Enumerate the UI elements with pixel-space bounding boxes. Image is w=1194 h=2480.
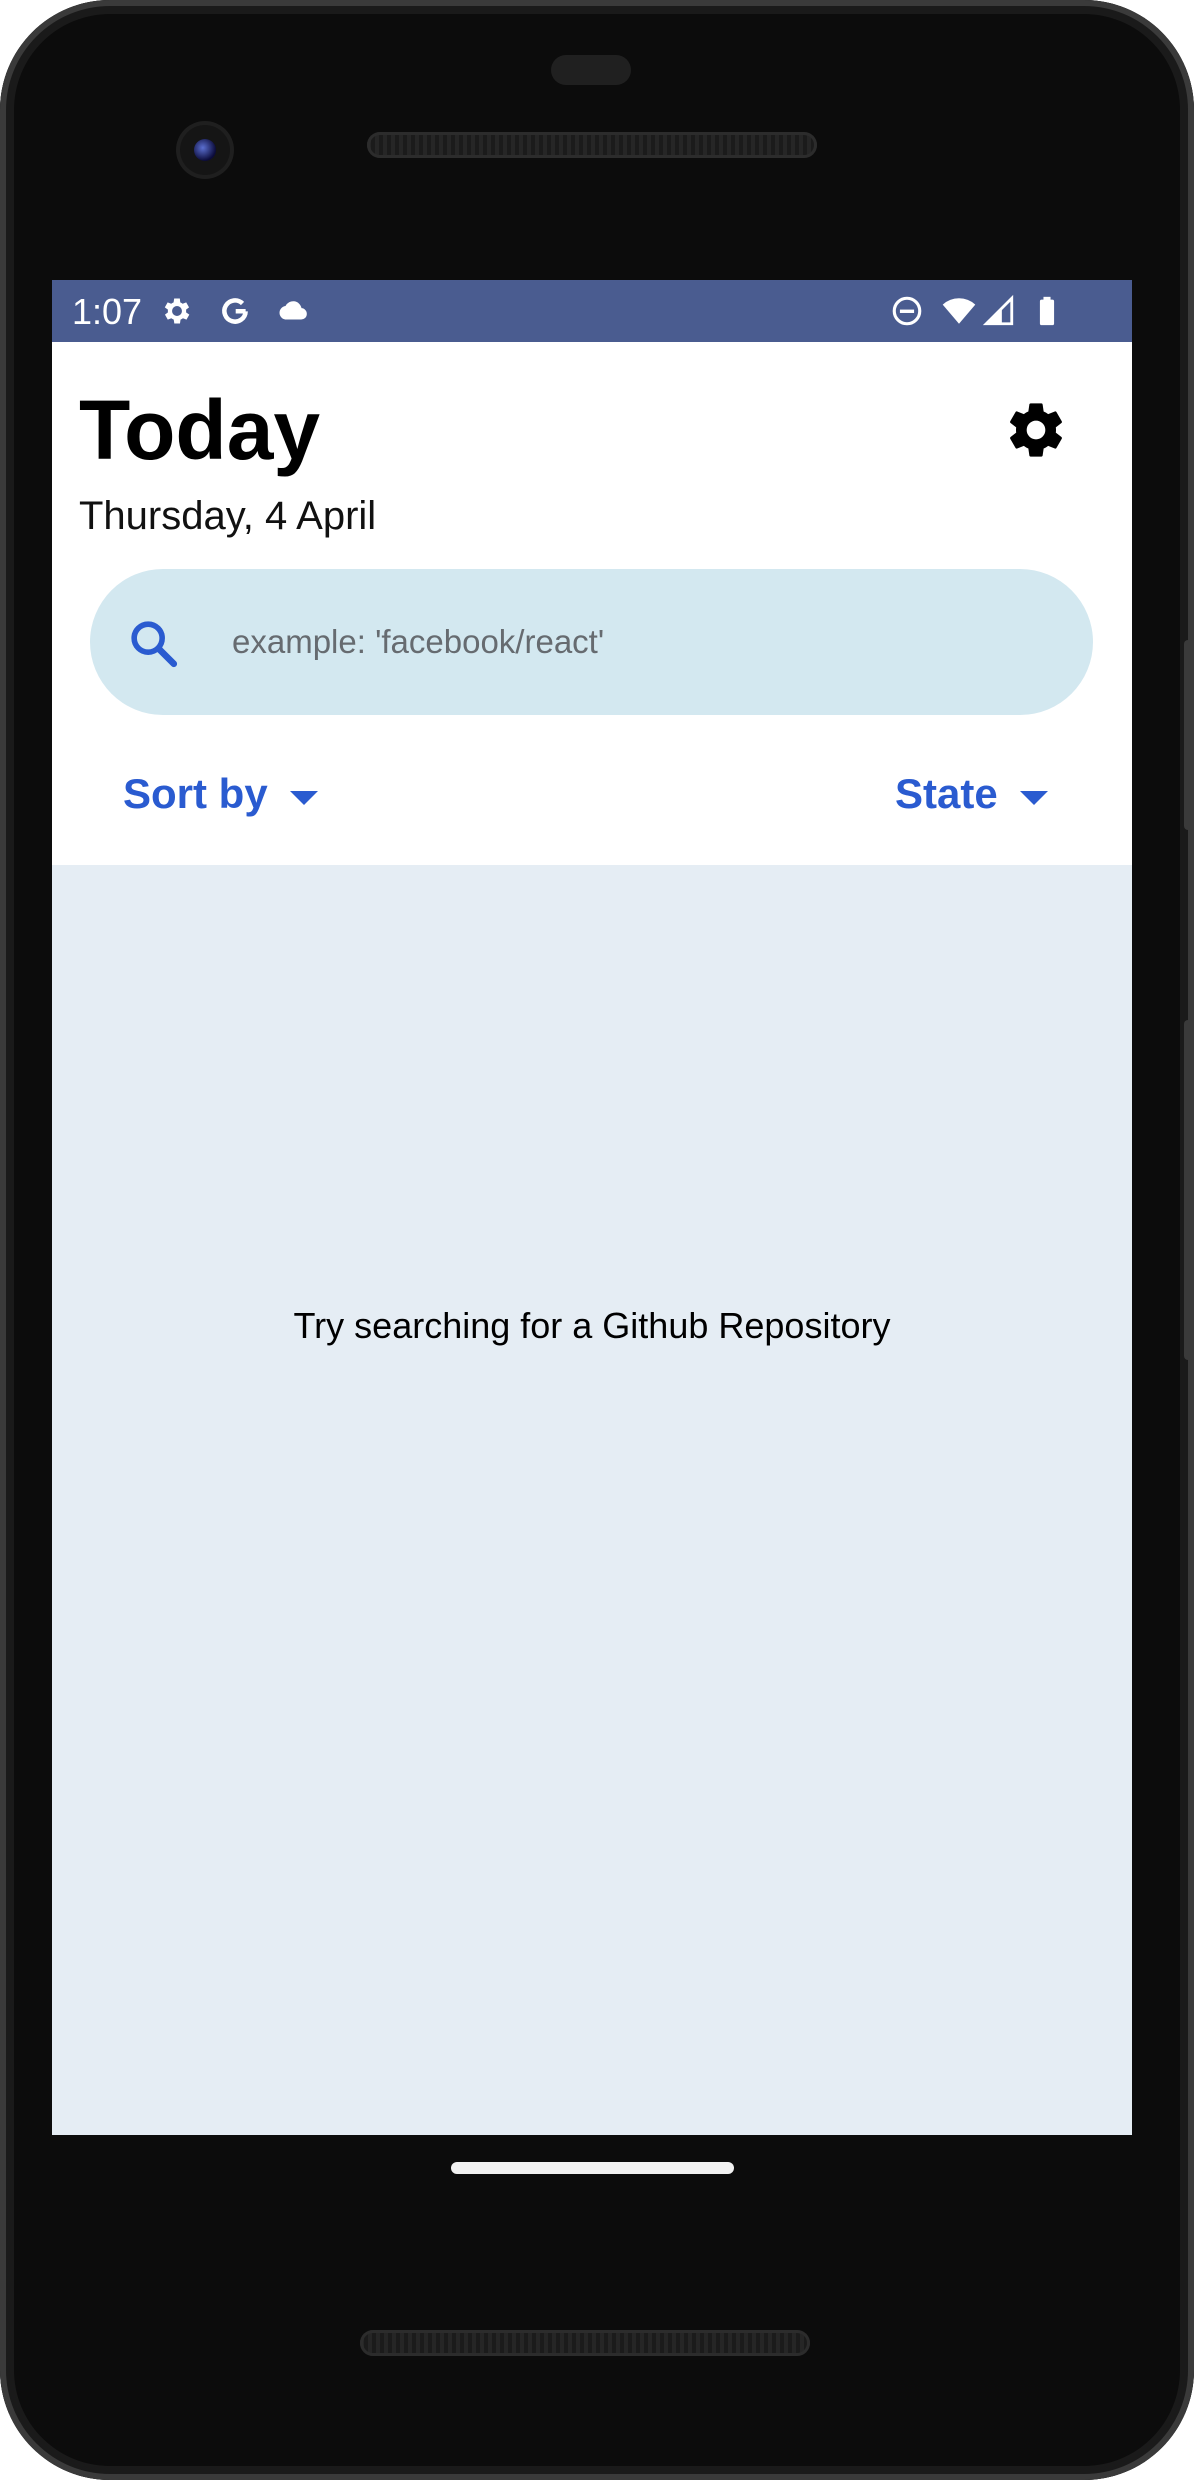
search-input[interactable]	[230, 609, 1034, 675]
top-speaker	[367, 132, 817, 158]
volume-button	[1184, 1020, 1194, 1360]
phone-frame: 1:07 Today Thursday, 4 April example: 'f…	[0, 0, 1194, 2480]
search-bar[interactable]	[90, 569, 1093, 715]
settings-gear-icon[interactable]	[1004, 398, 1068, 462]
home-indicator[interactable]	[451, 2162, 734, 2174]
bottom-speaker	[360, 2330, 810, 2356]
search-icon	[131, 621, 178, 668]
chevron-down-icon	[289, 791, 318, 805]
status-bar: 1:07	[52, 280, 1132, 342]
earpiece-cutout	[551, 55, 631, 85]
sort-by-dropdown[interactable]: Sort by	[123, 762, 318, 826]
empty-state-message: Try searching for a Github Repository	[293, 1305, 891, 1346]
state-dropdown[interactable]: State	[895, 762, 1048, 826]
front-camera	[180, 125, 230, 175]
page-title: Today	[79, 383, 321, 477]
do-not-disturb-icon	[892, 296, 922, 326]
screen: 1:07 Today Thursday, 4 April example: 'f…	[52, 280, 1132, 2135]
battery-icon	[1039, 296, 1055, 326]
google-icon	[222, 298, 248, 324]
gear-icon	[164, 298, 190, 324]
status-time: 1:07	[72, 291, 143, 332]
app-header: Today Thursday, 4 April Sort by State	[52, 342, 1132, 865]
signal-icon	[982, 294, 1014, 326]
cloud-icon	[279, 301, 307, 320]
wifi-icon	[942, 298, 976, 324]
current-date: Thursday, 4 April	[79, 494, 377, 538]
sort-by-label: Sort by	[123, 770, 268, 817]
state-label: State	[895, 770, 998, 817]
chevron-down-icon	[1019, 791, 1048, 805]
power-button	[1184, 640, 1194, 830]
